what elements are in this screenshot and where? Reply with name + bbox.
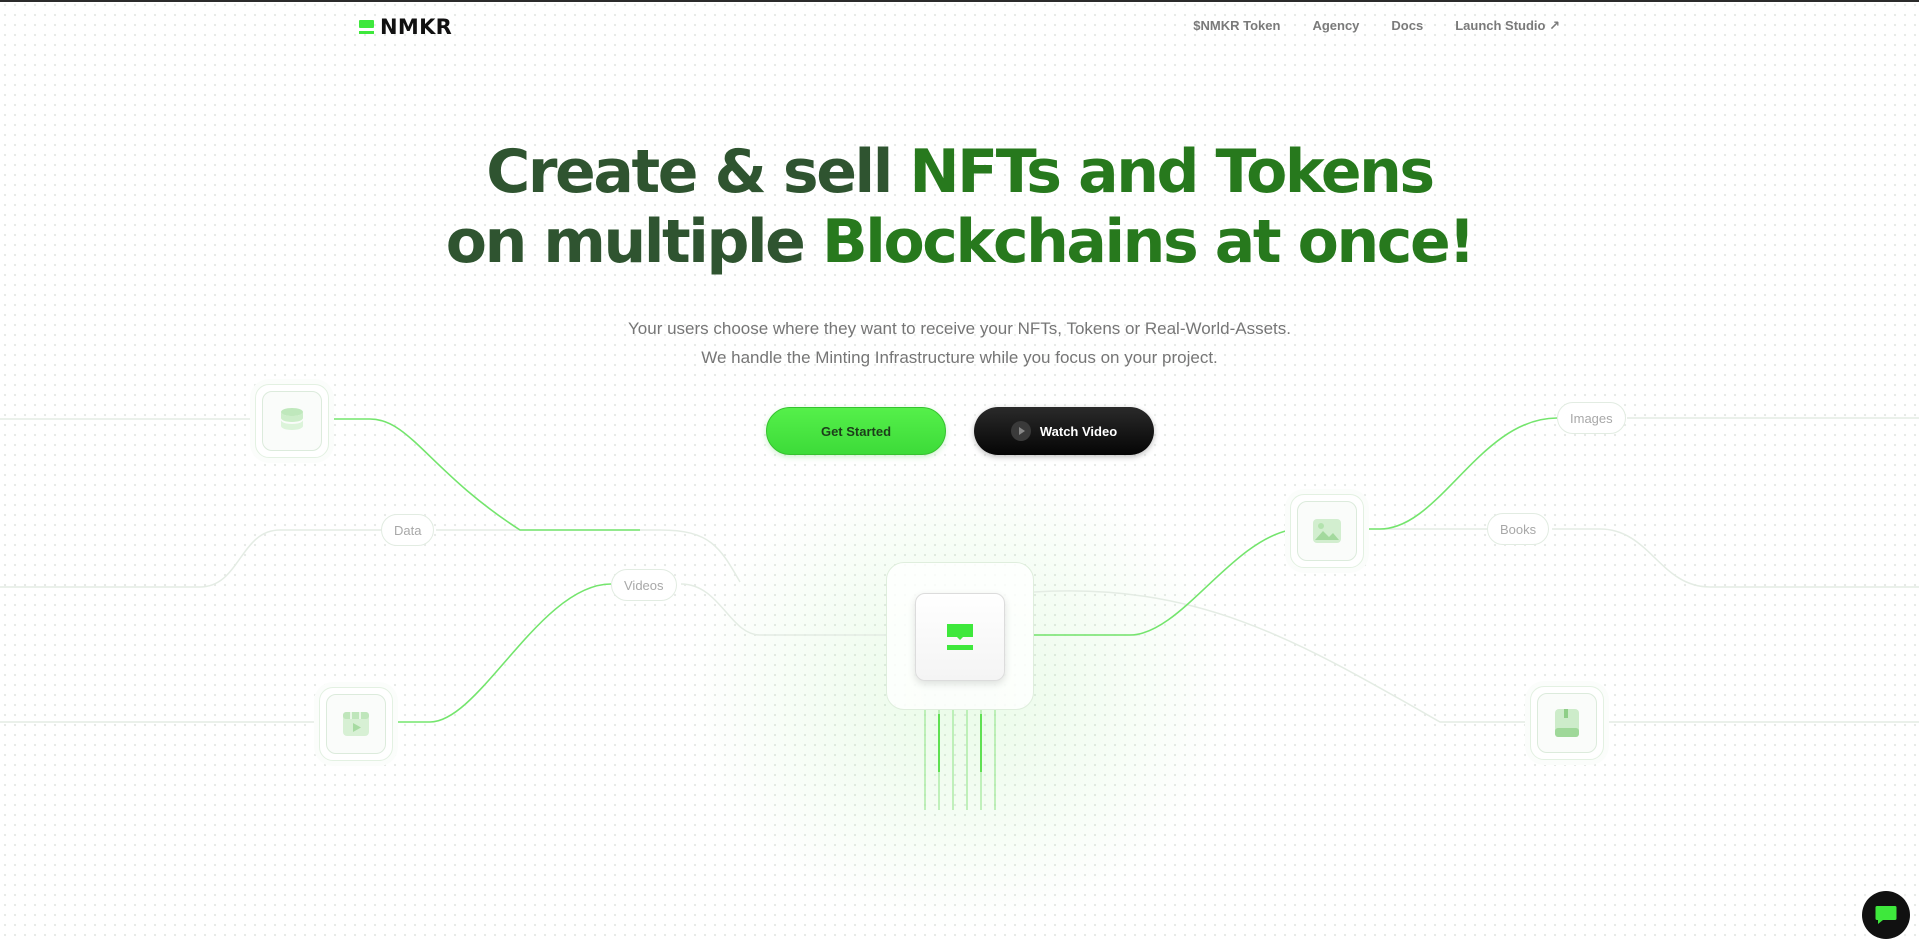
nav-link-agency[interactable]: Agency — [1312, 18, 1359, 34]
book-node — [1530, 686, 1604, 760]
green-line-database — [329, 418, 640, 531]
hero-title: Create & sell NFTs and Tokens on multipl… — [0, 137, 1919, 277]
green-line-hub-image — [1034, 529, 1291, 636]
image-icon — [1313, 519, 1341, 543]
nmkr-hub-icon — [947, 624, 973, 650]
nav-link-docs[interactable]: Docs — [1391, 18, 1423, 34]
hero-subtitle: Your users choose where they want to rec… — [0, 314, 1919, 372]
nmkr-hub-chip — [915, 593, 1005, 681]
line-data-right — [436, 529, 741, 583]
chat-widget-button[interactable] — [1862, 891, 1910, 939]
nav-links: $NMKR Token Agency Docs Launch Studio ↗ — [1193, 18, 1560, 34]
nav-link-launch-studio[interactable]: Launch Studio ↗ — [1455, 18, 1560, 34]
label-books: Books — [1487, 513, 1550, 545]
label-images-text: Images — [1570, 410, 1613, 426]
nav-link-nmkr-token[interactable]: $NMKR Token — [1193, 18, 1280, 34]
watch-video-label: Watch Video — [1039, 423, 1118, 439]
hero-title-line1-a: Create & sell — [486, 137, 910, 207]
line-data-left — [0, 529, 381, 588]
label-images: Images — [1557, 402, 1626, 434]
hero-title-line2-b: Blockchains at once! — [821, 207, 1476, 277]
hero-title-line2-a: on multiple — [445, 207, 822, 277]
top-nav: NMKR $NMKR Token Agency Docs Launch Stud… — [0, 2, 1919, 52]
label-books-text: Books — [1500, 521, 1537, 537]
label-videos: Videos — [611, 569, 677, 601]
get-started-label: Get Started — [820, 423, 892, 439]
image-node — [1290, 494, 1364, 568]
line-books-right — [1552, 528, 1919, 588]
database-node — [255, 384, 329, 458]
nmkr-logo-icon — [359, 18, 374, 36]
label-videos-text: Videos — [624, 577, 664, 593]
label-data-text: Data — [394, 522, 422, 538]
line-videos-right — [680, 583, 886, 636]
video-icon — [343, 712, 369, 736]
line-book-node — [1033, 590, 1533, 723]
book-icon — [1555, 709, 1579, 737]
chat-icon — [1875, 906, 1897, 924]
hero-subtitle-line2: We handle the Minting Infrastructure whi… — [701, 348, 1218, 367]
play-icon — [1010, 421, 1031, 441]
watch-video-button[interactable]: Watch Video — [974, 407, 1154, 455]
hero-title-line1-b: NFTs and Tokens — [909, 137, 1435, 207]
nmkr-hub — [886, 562, 1034, 710]
brand-logo[interactable]: NMKR — [359, 15, 452, 39]
green-line-videos — [393, 583, 612, 723]
brand-name: NMKR — [380, 15, 453, 39]
get-started-button[interactable]: Get Started — [766, 407, 946, 455]
video-node — [319, 687, 393, 761]
hero-subtitle-line1: Your users choose where they want to rec… — [628, 319, 1291, 338]
label-data: Data — [381, 514, 435, 546]
database-icon — [281, 408, 303, 430]
